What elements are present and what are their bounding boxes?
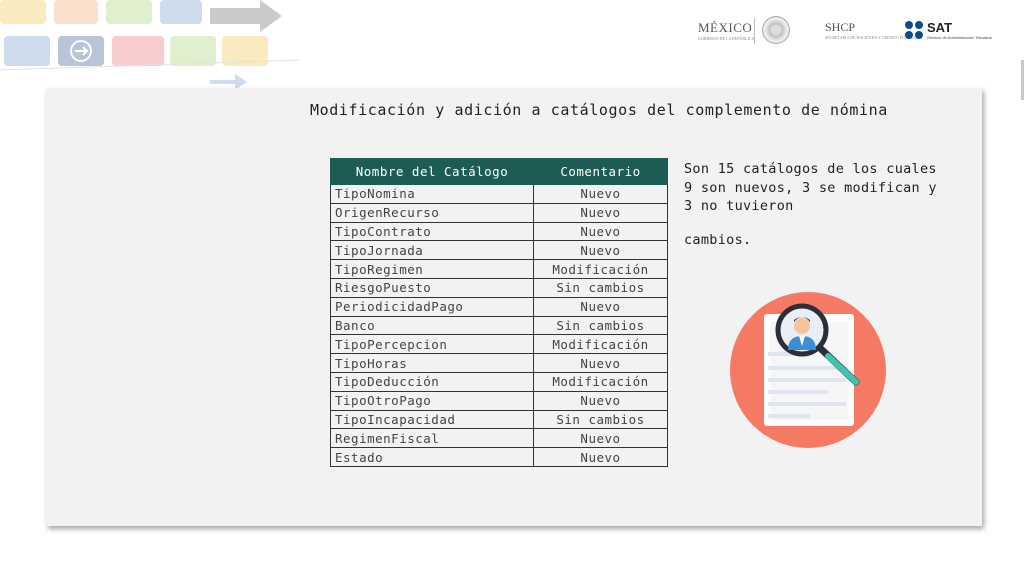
shcp-logo: SHCP SECRETARÍA DE HACIENDA Y CRÉDITO PÚ… [825,20,918,40]
comment-cell: Nuevo [533,447,668,467]
table-row: TipoRegimen Modificación [330,259,668,279]
comment-cell: Nuevo [533,240,668,261]
catalog-name-cell: TipoOtroPago [330,390,534,411]
table-header-row: Nombre del Catálogo Comentario [330,158,668,185]
column-header-catalog: Nombre del Catálogo [330,158,534,185]
summary-line-1: Son 15 catálogos de los cuales 9 son nue… [684,161,937,214]
table-row: TipoContrato Nuevo [330,221,668,242]
comment-cell: Modificación [533,334,668,355]
comment-cell: Nuevo [533,221,668,242]
comment-cell: Sin cambios [533,277,668,298]
catalog-name-cell: TipoHoras [330,353,534,373]
table-row: Banco Sin cambios [330,315,668,336]
table-row: TipoNomina Nuevo [330,184,668,204]
comment-cell: Nuevo [533,390,668,411]
comment-cell: Nuevo [533,353,668,373]
table-row: TipoIncapacidad Sin cambios [330,409,668,430]
catalog-name-cell: PeriodicidadPago [330,296,534,317]
catalog-name-cell: TipoJornada [330,240,534,261]
table-row: TipoJornada Nuevo [330,240,668,261]
table-row: TipoHoras Nuevo [330,353,668,373]
sat-mark-icon [905,21,923,39]
catalog-name-cell: TipoPercepcion [330,334,534,355]
table-row: TipoDeducción Modificación [330,371,668,392]
document-magnifier-icon [730,292,886,448]
table-row: RiesgoPuesto Sin cambios [330,277,668,298]
slide-title: Modificación y adición a catálogos del c… [310,101,888,119]
table-row: OrigenRecurso Nuevo [330,202,668,223]
comment-cell: Sin cambios [533,409,668,430]
table-body: TipoNomina Nuevo OrigenRecurso Nuevo TipoCon… [330,184,668,467]
catalog-name-cell: TipoContrato [330,221,534,242]
catalog-name-cell: TipoRegimen [330,259,534,279]
comment-cell: Nuevo [533,202,668,223]
catalog-name-cell: TipoIncapacidad [330,409,534,430]
catalog-name-cell: RegimenFiscal [330,428,534,449]
comment-cell: Modificación [533,259,668,279]
comment-cell: Nuevo [533,296,668,317]
header-decoration [0,0,300,90]
comment-cell: Nuevo [533,428,668,449]
catalog-name-cell: RiesgoPuesto [330,277,534,298]
comment-cell: Sin cambios [533,315,668,336]
column-header-comment: Comentario [533,158,668,185]
catalog-name-cell: Estado [330,447,534,467]
comment-cell: Modificación [533,371,668,392]
mexico-logo: MÉXICO GOBIERNO DE LA REPÚBLICA [698,20,755,41]
catalog-name-cell: Banco [330,315,534,336]
seal-icon [762,16,790,44]
table-row: TipoOtroPago Nuevo [330,390,668,411]
sat-logo: SAT Servicio de Administración Tributari… [927,20,992,40]
summary-text: Son 15 catálogos de los cuales 9 son nue… [684,160,944,249]
table-row: Estado Nuevo [330,447,668,467]
comment-cell: Nuevo [533,184,668,204]
logo-divider [754,18,755,44]
table-row: TipoPercepcion Modificación [330,334,668,355]
catalog-name-cell: TipoDeducción [330,371,534,392]
catalog-name-cell: TipoNomina [330,184,534,204]
table-row: PeriodicidadPago Nuevo [330,296,668,317]
catalog-name-cell: OrigenRecurso [330,202,534,223]
table-row: RegimenFiscal Nuevo [330,428,668,449]
catalog-table: Nombre del Catálogo Comentario TipoNomin… [330,158,668,467]
header-logos: MÉXICO GOBIERNO DE LA REPÚBLICA SHCP SEC… [690,14,1010,50]
summary-line-2: cambios. [684,231,752,248]
